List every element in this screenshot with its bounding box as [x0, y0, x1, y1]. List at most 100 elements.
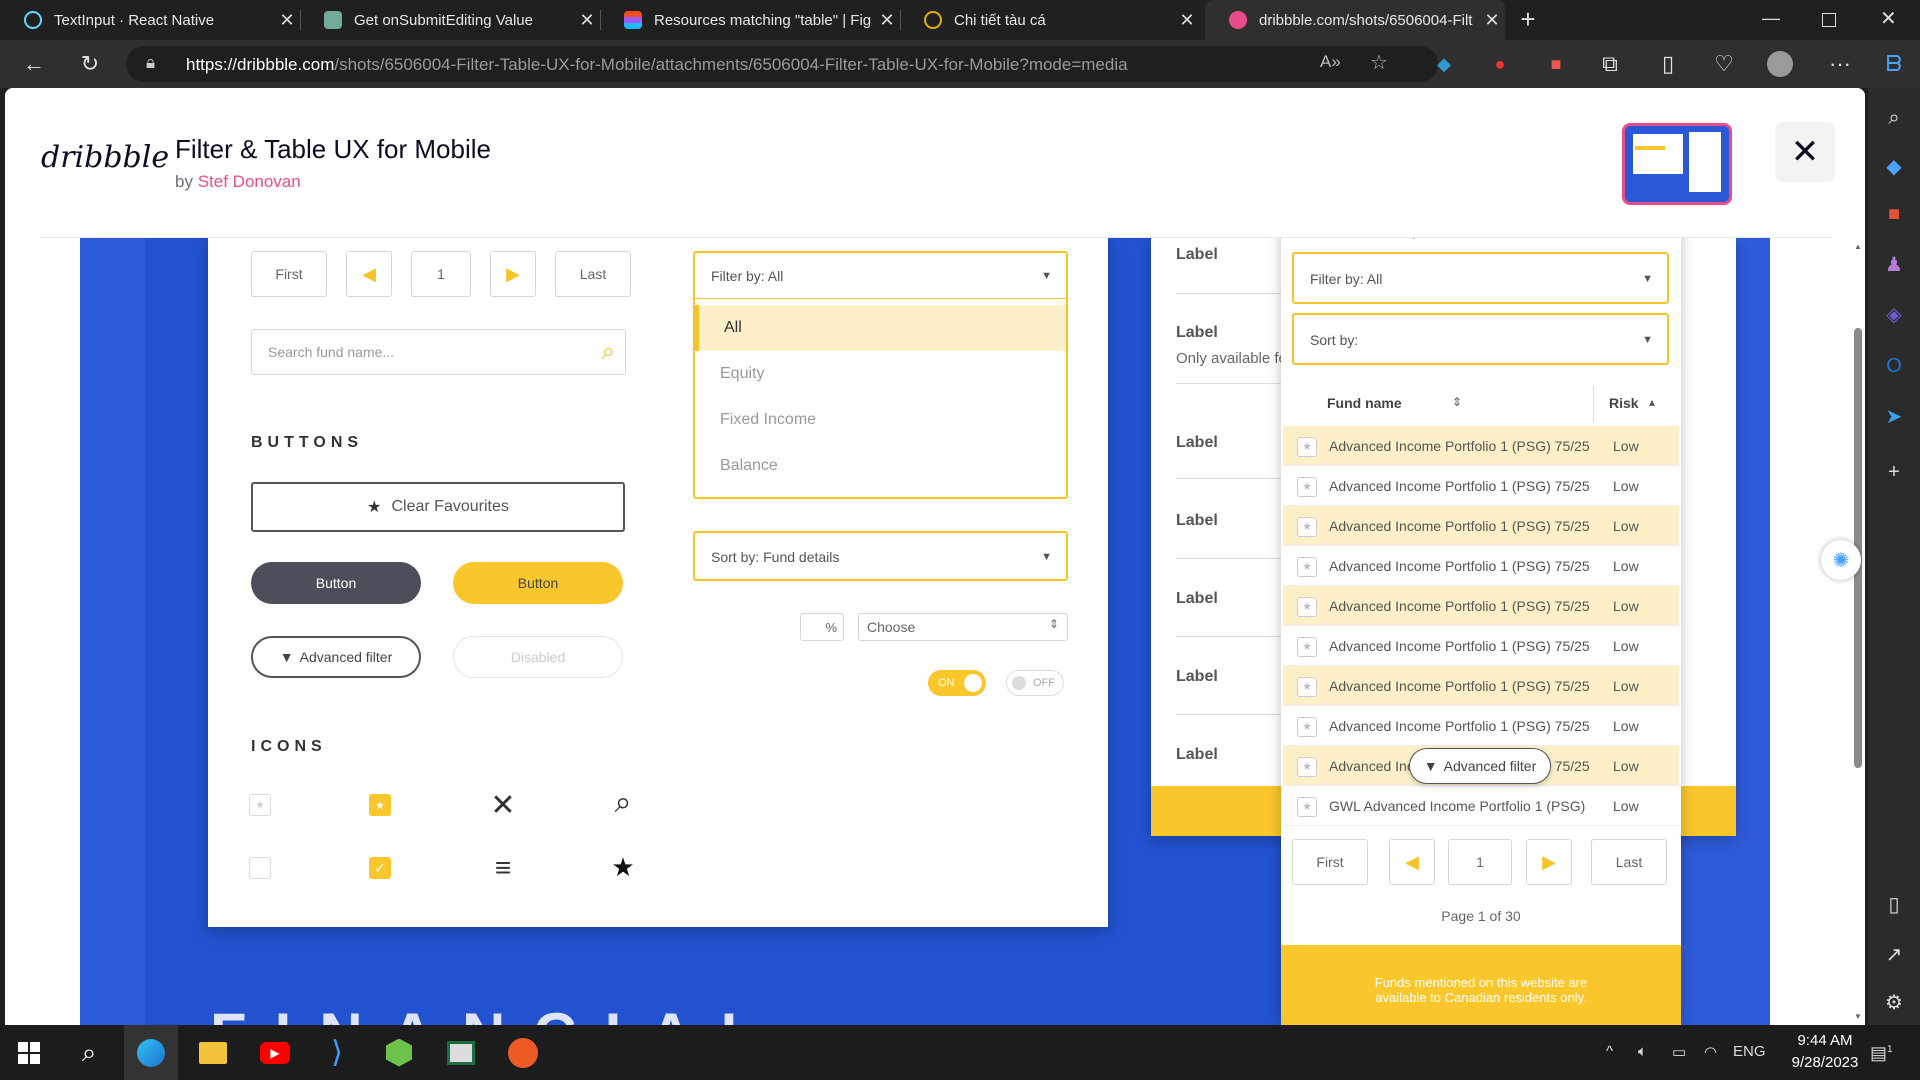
address-bar[interactable]: 🔒︎ https://dribbble.com/shots/6506004-Fi… [126, 46, 1438, 82]
refresh-icon[interactable]: ↻ [70, 40, 110, 88]
star-outline-icon[interactable]: ★ [1297, 717, 1317, 737]
sort-asc-icon[interactable]: ▴ [1649, 395, 1655, 409]
new-tab-icon[interactable]: + [1512, 4, 1544, 36]
phone-pager-page[interactable]: 1 [1448, 839, 1512, 885]
close-tab-icon[interactable]: ✕ [1479, 10, 1505, 31]
performance-icon[interactable]: ♡ [1704, 40, 1744, 88]
extensions-puzzle-icon[interactable]: ⧉ [1590, 40, 1630, 88]
table-row[interactable]: ★Advanced Income Portfolio 1 (PSG) 75/25… [1283, 426, 1679, 466]
tools-briefcase-icon[interactable]: ■ [1878, 198, 1910, 230]
close-window-icon[interactable]: ✕ [1880, 6, 1897, 31]
back-icon[interactable]: ← [14, 40, 54, 88]
advanced-filter-button[interactable]: ▼ Advanced filter [251, 636, 421, 678]
page-scrollbar[interactable]: ▲ ▼ [1851, 238, 1865, 1025]
filter-dropdown-open[interactable]: Filter by: All ▼ All Equity Fixed Income… [693, 251, 1068, 499]
settings-gear-icon[interactable]: ⚙ [1878, 986, 1910, 1018]
sheets-app-icon[interactable] [434, 1025, 488, 1080]
phone-filter-select[interactable]: Filter by: All ▼ [1292, 252, 1669, 304]
star-outline-icon[interactable]: ★ [1297, 597, 1317, 617]
youtube-icon[interactable]: ▶ [248, 1025, 302, 1080]
telegram-icon[interactable]: ➤ [1878, 400, 1910, 432]
outlook-icon[interactable]: O [1878, 350, 1910, 382]
phone-pager-prev-icon[interactable]: ◀ [1389, 839, 1435, 885]
tab-dribbble[interactable]: dribbble.com/shots/6506004-Filt ✕ [1205, 0, 1505, 40]
star-outline-icon[interactable]: ★ [1297, 557, 1317, 577]
filter-option-equity[interactable]: Equity [695, 351, 1066, 397]
extension-red-icon[interactable]: ● [1480, 40, 1520, 88]
attachment-thumbnail[interactable] [1622, 123, 1732, 205]
profile-avatar-icon[interactable] [1760, 40, 1800, 88]
star-outline-icon[interactable]: ★ [1297, 637, 1317, 657]
close-tab-icon[interactable]: ✕ [574, 10, 600, 31]
table-row[interactable]: ★Advanced Income Portfolio 1 (PSG) 75/25… [1283, 506, 1679, 546]
volume-icon[interactable]: 🔈︎ [1638, 1043, 1647, 1060]
read-aloud-icon[interactable]: A» [1320, 52, 1341, 72]
table-row[interactable]: ★Advanced Income Portfolio 1 (PSG) 75/25… [1283, 666, 1679, 706]
show-hidden-icons-chevron-icon[interactable]: ^ [1606, 1043, 1613, 1060]
phone-pager-next-icon[interactable]: ▶ [1526, 839, 1572, 885]
star-outline-icon[interactable]: ★ [1297, 517, 1317, 537]
restore-icon[interactable] [1822, 13, 1836, 27]
author-link[interactable]: Stef Donovan [198, 172, 301, 191]
wifi-icon[interactable]: ◠ [1704, 1043, 1717, 1061]
split-screen-icon[interactable]: ▯ [1648, 40, 1688, 88]
star-outline-icon[interactable]: ★ [1297, 757, 1317, 777]
close-tab-icon[interactable]: ✕ [874, 10, 900, 31]
clock[interactable]: 9:44 AM 9/28/2023 [1780, 1032, 1870, 1071]
close-tab-icon[interactable]: ✕ [1174, 10, 1200, 31]
vscode-icon[interactable]: ⟩ [310, 1025, 364, 1080]
filter-option-fixed-income[interactable]: Fixed Income [695, 397, 1066, 443]
phone-pager-last[interactable]: Last [1591, 839, 1667, 885]
hide-sidebar-icon[interactable]: ▯ [1878, 888, 1910, 920]
windows-start-icon[interactable] [2, 1025, 56, 1080]
toggle-off[interactable]: OFF [1006, 670, 1064, 696]
table-row[interactable]: ★ GWL Advanced Income Portfolio 1 (PSG) Lo… [1283, 786, 1679, 826]
close-icon[interactable]: ✕ [1775, 122, 1835, 182]
more-menu-icon[interactable]: ··· [1820, 40, 1860, 88]
table-row[interactable]: ★Advanced Income Portfolio 1 (PSG) 75/25… [1283, 546, 1679, 586]
search-fund-input[interactable]: Search fund name... ⌕ [251, 329, 626, 375]
dribbble-logo[interactable]: dribbble [41, 140, 169, 175]
tab-chi-tiet-tau-ca[interactable]: Chi tiết tàu cá ✕ [900, 0, 1200, 40]
pager-last-button[interactable]: Last [555, 251, 631, 297]
extension-pink-icon[interactable]: ■ [1536, 40, 1576, 88]
pager-first-button[interactable]: First [251, 251, 327, 297]
phone-pager-first[interactable]: First [1292, 839, 1368, 885]
favorite-star-icon[interactable]: ☆ [1370, 50, 1388, 75]
search-icon[interactable]: ⌕ [62, 1025, 116, 1080]
add-sidebar-app-icon[interactable]: + [1878, 456, 1910, 488]
floating-advanced-filter-button[interactable]: ▼ Advanced filter [1409, 748, 1551, 784]
nodejs-icon[interactable] [372, 1025, 426, 1080]
tab-figma[interactable]: Resources matching "table" | Fig ✕ [600, 0, 900, 40]
pager-prev-icon[interactable]: ◀ [346, 251, 392, 297]
table-row[interactable]: ★Advanced Income Portfolio 1 (PSG) 75/25… [1283, 706, 1679, 746]
table-row[interactable]: ★Advanced Income Portfolio 1 (PSG) 75/25… [1283, 626, 1679, 666]
close-tab-icon[interactable]: ✕ [274, 10, 300, 31]
choose-select[interactable]: Choose ⇕ [858, 613, 1068, 641]
language-indicator[interactable]: ENG [1733, 1043, 1766, 1060]
copilot-apps-icon[interactable]: ◈ [1878, 298, 1910, 330]
tab-chatgpt[interactable]: Get onSubmitEditing Value ✕ [300, 0, 600, 40]
sort-icon[interactable]: ⇕ [1452, 395, 1462, 409]
star-outline-icon[interactable]: ★ [1297, 437, 1317, 457]
bing-copilot-icon[interactable]: ᗷ [1874, 40, 1914, 88]
pager-page-input[interactable]: 1 [411, 251, 471, 297]
shopping-tag-icon[interactable]: ◆ [1878, 150, 1910, 182]
filter-option-all[interactable]: All [695, 305, 1066, 351]
extension-icon[interactable]: ◆ [1424, 40, 1464, 88]
star-outline-icon[interactable]: ★ [1297, 797, 1317, 817]
phone-sort-select[interactable]: Sort by: ▼ [1292, 313, 1669, 365]
col-risk[interactable]: Risk [1609, 395, 1639, 411]
sort-by-select[interactable]: Sort by: Fund details ▼ [693, 531, 1068, 581]
postman-icon[interactable] [496, 1025, 550, 1080]
minimize-icon[interactable]: — [1762, 8, 1780, 29]
filter-option-balance[interactable]: Balance [695, 443, 1066, 489]
floating-assistant-icon[interactable]: ✺ [1821, 540, 1861, 580]
search-icon[interactable]: ⌕ [1878, 102, 1910, 134]
edge-browser-icon[interactable] [124, 1025, 178, 1080]
table-row[interactable]: ★Advanced Income Portfolio 1 (PSG) 75/25… [1283, 466, 1679, 506]
button-yellow[interactable]: Button [453, 562, 623, 604]
tab-react-native[interactable]: TextInput · React Native ✕ [0, 0, 300, 40]
percent-input[interactable]: % [800, 613, 844, 641]
battery-icon[interactable]: ▭ [1672, 1043, 1686, 1061]
